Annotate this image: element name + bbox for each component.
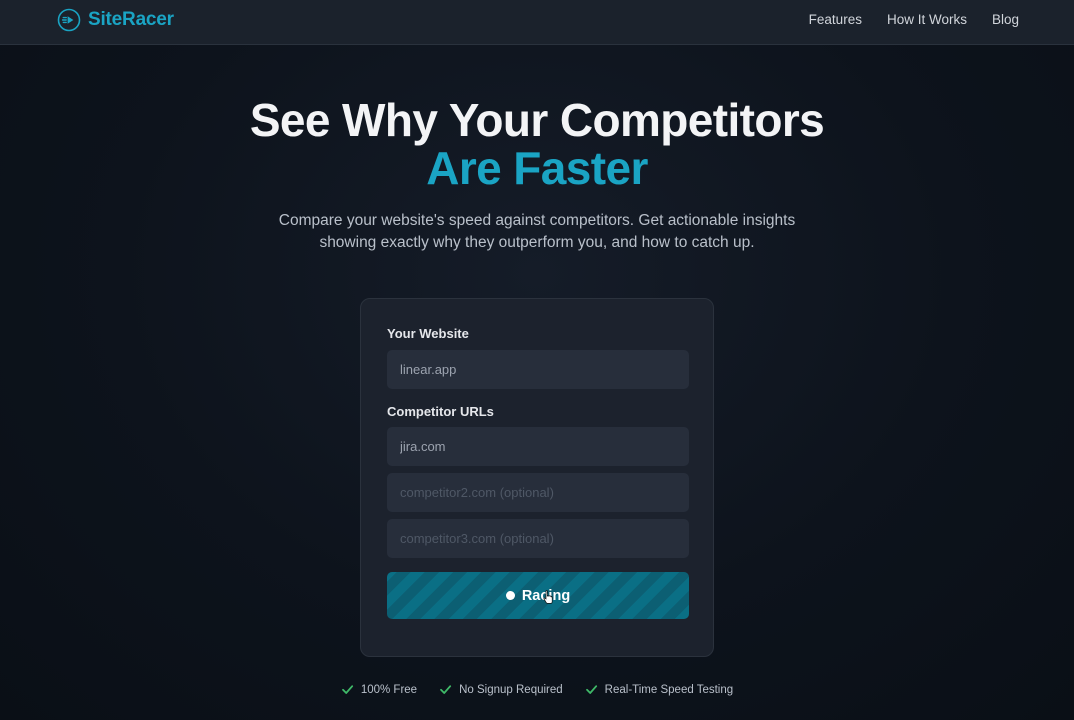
feature-label: Real-Time Speed Testing [604, 683, 734, 696]
feature-label: 100% Free [360, 683, 418, 696]
checkmark-icon [440, 685, 452, 694]
competitor3-input[interactable] [387, 519, 689, 558]
competitor2-input[interactable] [387, 473, 689, 512]
hero-subtitle-line1: Compare your website's speed against com… [278, 212, 796, 229]
brand-name: SiteRacer [88, 9, 174, 30]
feature-list: 100% Free No Signup Required Real-Time S… [0, 683, 1074, 696]
nav-link-blog[interactable]: Blog [992, 12, 1019, 27]
main-nav: Features How It Works Blog [809, 12, 1019, 27]
competitor-urls-label: Competitor URLs [387, 404, 494, 419]
nav-link-features[interactable]: Features [809, 12, 862, 27]
feature-label: No Signup Required [459, 683, 563, 696]
checkmark-icon [585, 685, 597, 694]
feature-item: Real-Time Speed Testing [585, 683, 733, 696]
your-website-input[interactable] [387, 350, 689, 389]
race-submit-label: Racing [521, 587, 571, 604]
brand-logo-link[interactable]: SiteRacer [57, 8, 174, 32]
race-submit-button[interactable]: Racing [387, 572, 689, 619]
feature-item: No Signup Required [439, 683, 563, 696]
hero-title-line1: See Why Your Competitors [249, 94, 825, 146]
your-website-label: Your Website [387, 326, 469, 341]
hero-subtitle: Compare your website's speed against com… [0, 210, 1074, 254]
hero-title: See Why Your Competitors Are Faster [0, 96, 1074, 192]
nav-link-how-it-works[interactable]: How It Works [887, 12, 967, 27]
play-speed-icon [57, 8, 81, 32]
hero-subtitle-line2: showing exactly why they outperform you,… [319, 234, 755, 251]
competitor1-input[interactable] [387, 427, 689, 466]
checkmark-icon [341, 685, 353, 694]
feature-item: 100% Free [341, 683, 417, 696]
hero-title-accent: Are Faster [426, 142, 648, 194]
top-navbar: SiteRacer Features How It Works Blog [0, 0, 1074, 45]
loading-dot-icon [505, 591, 515, 600]
comparison-form-card: Your Website Competitor URLs Racing [360, 298, 714, 657]
